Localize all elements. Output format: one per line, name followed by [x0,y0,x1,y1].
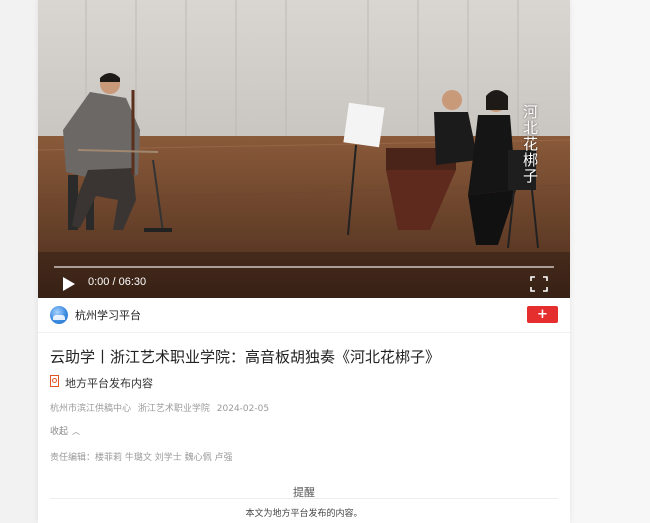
article-meta: 杭州市滨江供稿中心 浙江艺术职业学院 2024-02-05 [50,401,273,414]
chevron-up-icon: ︿ [72,427,81,436]
video-controls: 0:00 / 06:30 [38,258,570,298]
collapse-label: 收起 [50,427,69,437]
play-icon[interactable] [62,276,76,292]
meta-date: 2024-02-05 [216,404,270,414]
local-platform-icon [50,375,59,387]
source-name[interactable]: 杭州学习平台 [75,307,141,323]
publish-label: 地方平台发布内容 [65,377,153,390]
page-background-right [570,0,650,523]
article-title: 云助学丨浙江艺术职业学院：高音板胡独奏《河北花梆子》 [50,348,441,366]
page-background-left [0,0,38,523]
collapse-toggle[interactable]: 收起 ︿ [50,424,80,437]
responsible-editors: 责任编辑：楼菲莉 牛璐文 刘学士 魏心佩 卢强 [50,453,233,463]
article-card: 河北花梆子 0:00 / 06:30 杭州学习平台 + 云助学丨浙江艺术职业学院… [38,0,570,523]
notice-body: 本文为地方平台发布的内容。 [245,509,363,519]
progress-bar[interactable] [54,266,554,268]
video-overlay-title: 河北花梆子 [521,104,539,184]
video-frame [38,0,570,298]
subscribe-button[interactable]: + [527,306,558,323]
meta-source: 杭州市滨江供稿中心 [50,404,132,414]
notice-divider [50,498,558,499]
source-row: 杭州学习平台 + [38,298,570,333]
video-time: 0:00 / 06:30 [88,276,147,288]
video-player[interactable]: 河北花梆子 0:00 / 06:30 [38,0,570,298]
fullscreen-icon[interactable] [530,276,548,292]
source-avatar[interactable] [50,306,68,324]
meta-org: 浙江艺术职业学院 [137,404,210,414]
